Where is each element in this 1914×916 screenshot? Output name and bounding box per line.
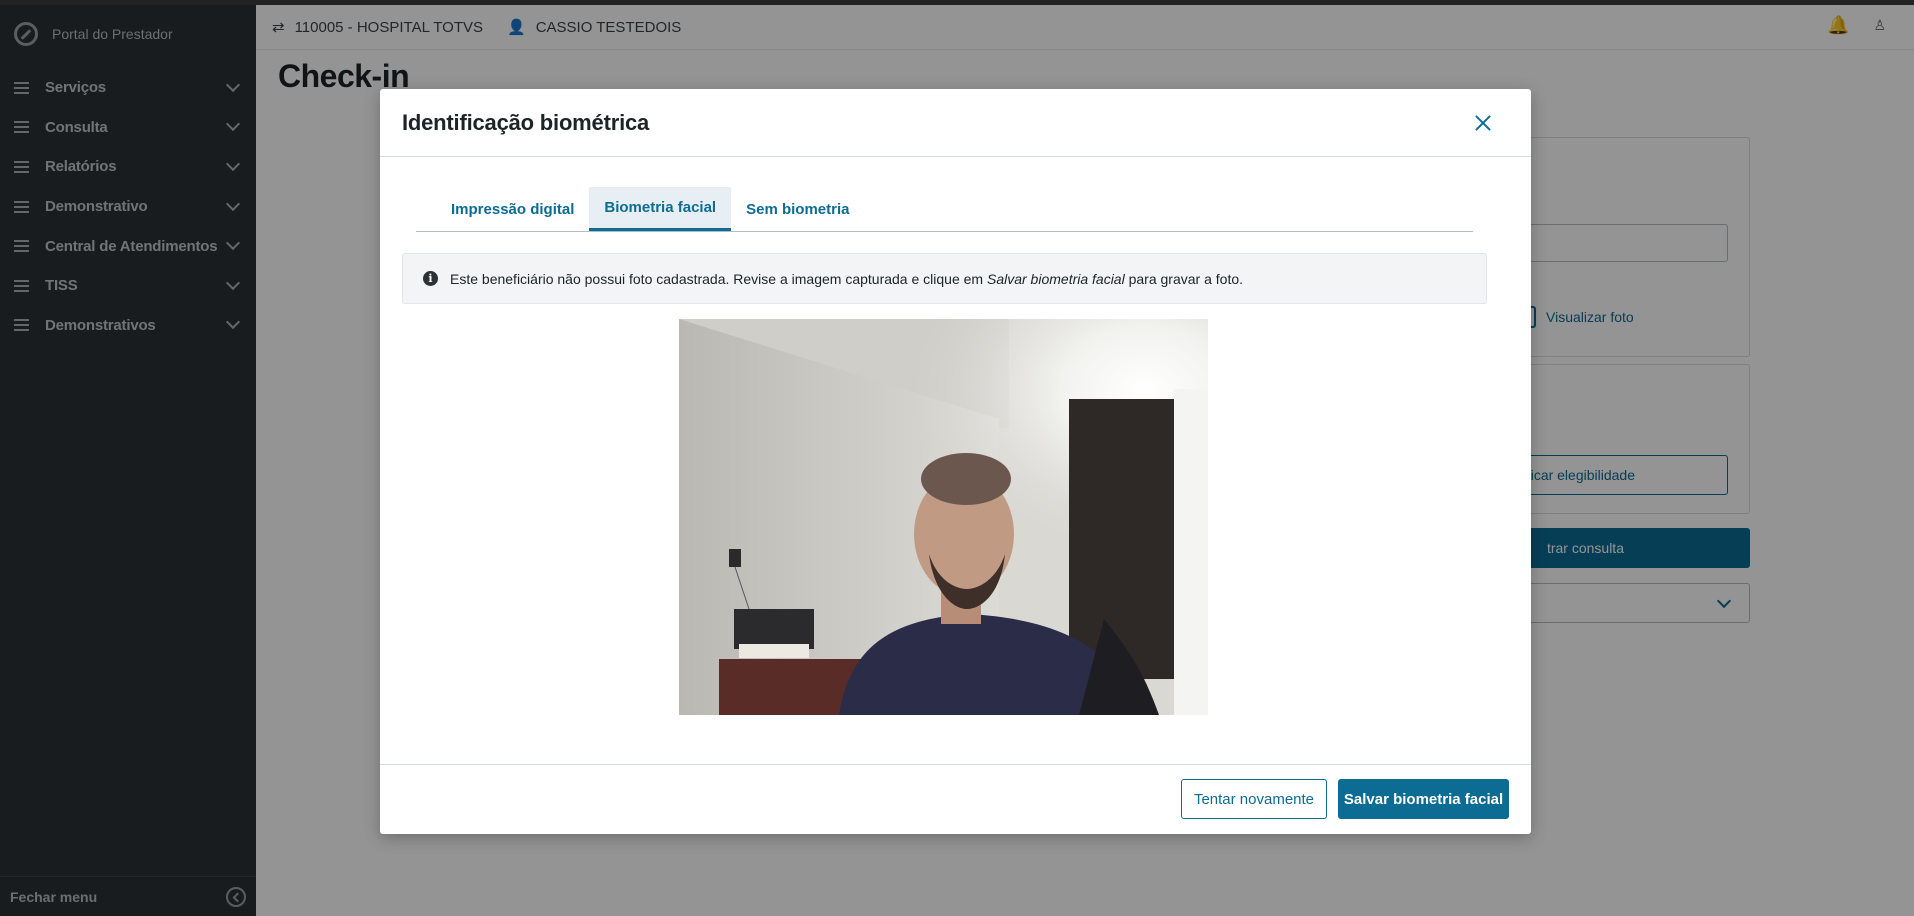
biometric-modal: Identificação biométrica Impressão digit… [380,89,1531,834]
info-icon: i [423,271,438,286]
info-message: i Este beneficiário não possui foto cada… [402,253,1487,304]
biometric-tabs: Impressão digital Biometria facial Sem b… [416,187,1473,232]
tab-impressao-digital[interactable]: Impressão digital [436,187,589,231]
info-text-after: para gravar a foto. [1128,270,1244,287]
tab-biometria-facial[interactable]: Biometria facial [589,187,732,231]
captured-photo [679,319,1208,715]
modal-title: Identificação biométrica [402,109,650,135]
save-facial-biometrics-button[interactable]: Salvar biometria facial [1338,779,1509,819]
info-text: Este beneficiário não possui foto cadast… [450,271,1243,287]
retry-button[interactable]: Tentar novamente [1181,779,1327,819]
modal-footer: Tentar novamente Salvar biometria facial [380,764,1531,834]
modal-header: Identificação biométrica [380,89,1531,157]
info-text-emphasis: Salvar biometria facial [986,270,1125,287]
info-text-before: Este beneficiário não possui foto cadast… [450,270,984,287]
close-icon[interactable] [1471,111,1495,135]
tab-sem-biometria[interactable]: Sem biometria [731,187,864,231]
